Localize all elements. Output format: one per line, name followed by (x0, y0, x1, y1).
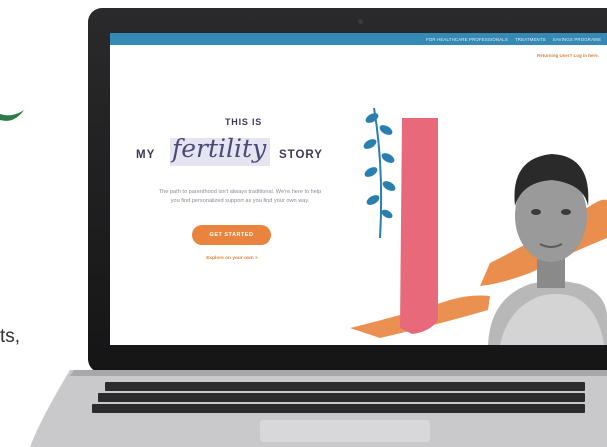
returning-user-login-link[interactable]: Returning User? Log in here. (537, 53, 599, 58)
nav-link-healthcare-professionals[interactable]: FOR HEALTHCARE PROFESSIONALS (426, 37, 508, 42)
hero-subtext-line-2: you find personalized support as you fin… (170, 198, 310, 204)
hero-eyebrow: THIS IS (225, 117, 263, 127)
leaf-sprig-icon (363, 107, 396, 239)
hero-subtext-line-1: The path to parenthood isn't always trad… (158, 189, 322, 195)
hero-headline: MY fertility STORY (134, 132, 364, 182)
hero-artwork (350, 107, 607, 345)
woman-portrait (488, 154, 607, 345)
hero-subtext: The path to parenthood isn't always trad… (120, 188, 360, 206)
webcam-dot (358, 19, 363, 24)
laptop: FOR HEALTHCARE PROFESSIONALS TREATMENTS … (0, 0, 607, 447)
explore-on-your-own-link[interactable]: Explore on your own > (202, 256, 262, 261)
trackpad (260, 420, 430, 442)
headline-story: STORY (279, 149, 323, 161)
nav-link-savings-programs[interactable]: SAVINGS PROGRAMS (553, 37, 601, 42)
top-navbar: FOR HEALTHCARE PROFESSIONALS TREATMENTS … (110, 33, 607, 45)
keyboard (92, 382, 585, 413)
get-started-button[interactable]: GET STARTED (192, 225, 271, 245)
laptop-screen: FOR HEALTHCARE PROFESSIONALS TREATMENTS … (110, 33, 607, 345)
headline-my: MY (136, 149, 156, 161)
pink-brush-stripe (400, 118, 438, 334)
headline-fertility-script: fertility (172, 134, 267, 163)
nav-link-treatments[interactable]: TREATMENTS (515, 37, 546, 42)
laptop-base (30, 370, 607, 447)
